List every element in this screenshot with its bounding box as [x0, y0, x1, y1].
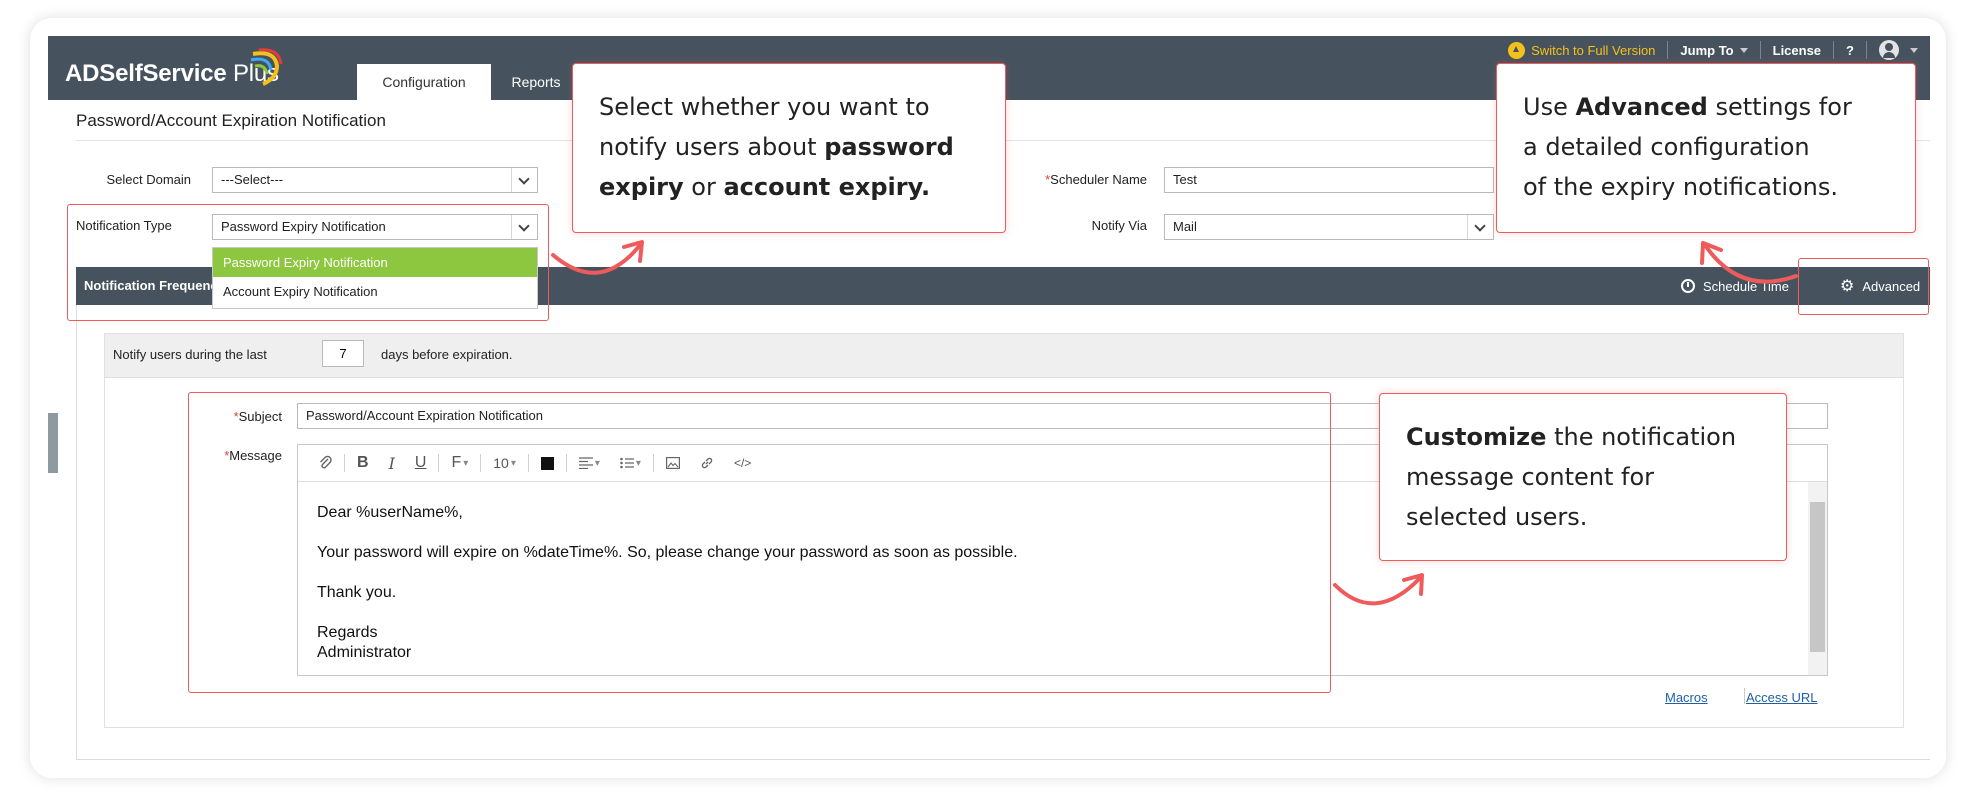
annotation-arrows	[551, 240, 1798, 606]
arrow-to-customize-callout	[1333, 576, 1422, 606]
arrow-to-type-callout	[551, 243, 642, 275]
